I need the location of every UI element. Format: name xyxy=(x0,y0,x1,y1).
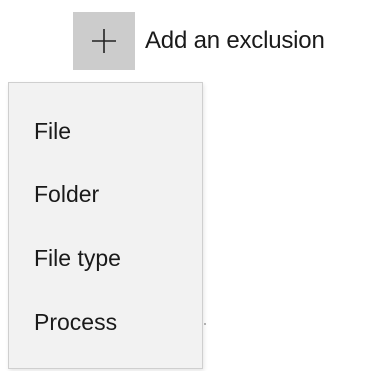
add-exclusion-icon-button[interactable] xyxy=(73,12,135,70)
menu-item-folder[interactable]: Folder xyxy=(34,181,99,208)
exclusion-page: Add an exclusion File Folder File type P… xyxy=(0,0,371,371)
menu-item-file[interactable]: File xyxy=(34,118,71,145)
menu-item-file-type[interactable]: File type xyxy=(34,245,121,272)
exclusion-type-menu: File Folder File type Process xyxy=(8,82,203,369)
add-exclusion-label[interactable]: Add an exclusion xyxy=(145,27,325,55)
menu-item-process[interactable]: Process xyxy=(34,309,117,336)
add-exclusion-button[interactable]: Add an exclusion xyxy=(73,12,325,70)
plus-icon xyxy=(92,29,116,53)
stray-mark xyxy=(204,323,206,325)
